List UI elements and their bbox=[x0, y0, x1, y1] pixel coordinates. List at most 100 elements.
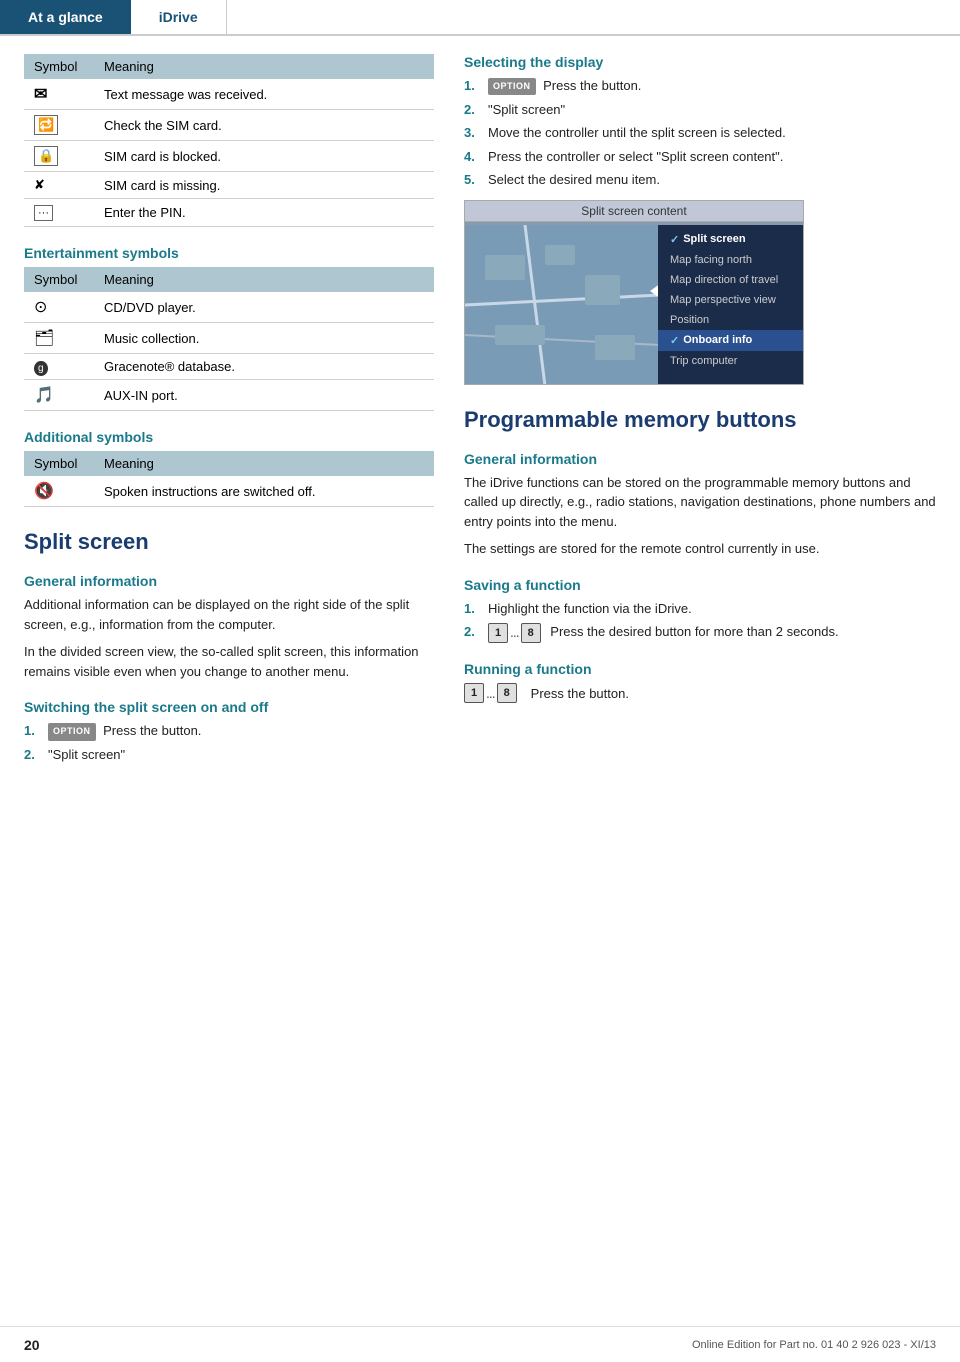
step-content: "Split screen" bbox=[48, 745, 434, 765]
split-screen-screenshot: Split screen content ✓ bbox=[464, 200, 804, 385]
meaning-cell: Spoken instructions are switched off. bbox=[94, 476, 434, 507]
map-svg bbox=[465, 225, 660, 385]
split-screen-map-area bbox=[465, 225, 660, 384]
general-info-heading: General information bbox=[464, 451, 936, 467]
running-function-row: 1 ... 8 Press the button. bbox=[464, 683, 936, 703]
menu-item-map-perspective[interactable]: Map perspective view bbox=[658, 290, 803, 310]
list-item: 2. "Split screen" bbox=[24, 745, 434, 765]
meaning-cell: Text message was received. bbox=[94, 79, 434, 110]
music-collection-icon: 🗂 bbox=[34, 330, 54, 347]
sms-symbol-table: Symbol Meaning ✉ Text message was receiv… bbox=[24, 54, 434, 227]
gracenote-icon: g bbox=[34, 361, 48, 376]
add-table-header-symbol: Symbol bbox=[24, 451, 94, 476]
list-item: 4. Press the controller or select "Split… bbox=[464, 147, 936, 167]
menu-item-onboard-info[interactable]: ✓ Onboard info bbox=[658, 330, 803, 351]
prog-memory-heading: Programmable memory buttons bbox=[464, 407, 936, 433]
step-content: "Split screen" bbox=[488, 100, 936, 120]
meaning-cell: Gracenote® database. bbox=[94, 354, 434, 380]
table-row: ⊙ CD/DVD player. bbox=[24, 292, 434, 323]
table-row: 🔁 Check the SIM card. bbox=[24, 110, 434, 141]
envelope-icon: ✉ bbox=[34, 86, 47, 103]
table-row: 🔒 SIM card is blocked. bbox=[24, 141, 434, 172]
symbol-cell: ⊙ bbox=[24, 292, 94, 323]
sms-table-header-meaning: Meaning bbox=[94, 54, 434, 79]
symbol-cell: 🔁 bbox=[24, 110, 94, 141]
table-row: 🎵 AUX-IN port. bbox=[24, 380, 434, 411]
tab-idrive[interactable]: iDrive bbox=[131, 0, 227, 34]
menu-item-trip-computer[interactable]: Trip computer bbox=[658, 351, 803, 371]
checkmark-icon: ✓ bbox=[670, 334, 679, 347]
menu-item-label: Split screen bbox=[683, 233, 745, 245]
saving-steps-list: 1. Highlight the function via the iDrive… bbox=[464, 599, 936, 644]
menu-item-position[interactable]: Position bbox=[658, 310, 803, 330]
aux-in-icon: 🎵 bbox=[34, 387, 54, 404]
symbol-cell: ✉ bbox=[24, 79, 94, 110]
step-number: 2. bbox=[24, 745, 40, 765]
cd-dvd-icon: ⊙ bbox=[34, 299, 47, 316]
checkmark-icon: ✓ bbox=[670, 233, 679, 246]
mem-btn-1-run: 1 bbox=[464, 683, 484, 703]
step-content: Select the desired menu item. bbox=[488, 170, 936, 190]
menu-item-map-north[interactable]: Map facing north bbox=[658, 250, 803, 270]
table-row: ✘ SIM card is missing. bbox=[24, 172, 434, 199]
sms-table-header-symbol: Symbol bbox=[24, 54, 94, 79]
list-item: 1. OPTION Press the button. bbox=[464, 76, 936, 96]
spoken-off-icon: 🔇 bbox=[34, 483, 54, 500]
menu-item-split-screen[interactable]: ✓ Split screen bbox=[658, 229, 803, 250]
step-number: 1. bbox=[24, 721, 40, 741]
mem-btn-8: 8 bbox=[521, 623, 541, 643]
entertainment-heading: Entertainment symbols bbox=[24, 245, 434, 261]
running-heading: Running a function bbox=[464, 661, 936, 677]
split-screen-title-bar: Split screen content bbox=[465, 201, 803, 222]
edition-text: Online Edition for Part no. 01 40 2 926 … bbox=[692, 1339, 936, 1351]
page-number: 20 bbox=[24, 1337, 40, 1353]
list-item: 1. OPTION Press the button. bbox=[24, 721, 434, 741]
selecting-heading: Selecting the display bbox=[464, 54, 936, 70]
mem-btn-8-run: 8 bbox=[497, 683, 517, 703]
step-number: 1. bbox=[464, 599, 480, 619]
page-footer: 20 Online Edition for Part no. 01 40 2 9… bbox=[0, 1326, 960, 1362]
option-button-icon: OPTION bbox=[48, 723, 96, 741]
list-item: 1. Highlight the function via the iDrive… bbox=[464, 599, 936, 619]
left-column: Symbol Meaning ✉ Text message was receiv… bbox=[24, 54, 434, 772]
meaning-cell: Music collection. bbox=[94, 323, 434, 354]
meaning-cell: SIM card is blocked. bbox=[94, 141, 434, 172]
step-content: 1 ... 8 Press the desired button for mor… bbox=[488, 622, 936, 643]
memory-button-image: 1 ... 8 bbox=[488, 622, 541, 643]
sim-missing-icon: ✘ bbox=[34, 177, 45, 192]
general-info-text2: The settings are stored for the remote c… bbox=[464, 539, 936, 559]
memory-button-image-run: 1 ... 8 bbox=[464, 683, 517, 703]
main-content: Symbol Meaning ✉ Text message was receiv… bbox=[0, 36, 960, 790]
meaning-cell: AUX-IN port. bbox=[94, 380, 434, 411]
list-item: 3. Move the controller until the split s… bbox=[464, 123, 936, 143]
step-content: Move the controller until the split scre… bbox=[488, 123, 936, 143]
menu-item-map-direction[interactable]: Map direction of travel bbox=[658, 270, 803, 290]
step-number: 3. bbox=[464, 123, 480, 143]
table-row: 🗂 Music collection. bbox=[24, 323, 434, 354]
symbol-cell: 🗂 bbox=[24, 323, 94, 354]
symbol-cell: 🎵 bbox=[24, 380, 94, 411]
tab-at-a-glance[interactable]: At a glance bbox=[0, 0, 131, 34]
entertainment-symbol-table: Symbol Meaning ⊙ CD/DVD player. 🗂 Music … bbox=[24, 267, 434, 411]
table-row: ··· Enter the PIN. bbox=[24, 199, 434, 227]
step-content: OPTION Press the button. bbox=[488, 76, 936, 96]
list-item: 2. "Split screen" bbox=[464, 100, 936, 120]
split-screen-text2: In the divided screen view, the so-calle… bbox=[24, 642, 434, 681]
step-content: Press the controller or select "Split sc… bbox=[488, 147, 936, 167]
step-number: 5. bbox=[464, 170, 480, 190]
page-header: At a glance iDrive bbox=[0, 0, 960, 36]
mem-btn-dots-run: ... bbox=[486, 685, 495, 701]
table-row: g Gracenote® database. bbox=[24, 354, 434, 380]
switching-heading: Switching the split screen on and off bbox=[24, 699, 434, 715]
step-number: 1. bbox=[464, 76, 480, 96]
split-screen-general-heading: General information bbox=[24, 573, 434, 589]
list-item: 2. 1 ... 8 Press the desired button for … bbox=[464, 622, 936, 643]
mem-btn-dots: ... bbox=[510, 622, 519, 643]
selecting-steps-list: 1. OPTION Press the button. 2. "Split sc… bbox=[464, 76, 936, 190]
menu-item-label: Onboard info bbox=[683, 334, 752, 346]
symbol-cell: 🔇 bbox=[24, 476, 94, 507]
list-item: 5. Select the desired menu item. bbox=[464, 170, 936, 190]
meaning-cell: Enter the PIN. bbox=[94, 199, 434, 227]
right-column: Selecting the display 1. OPTION Press th… bbox=[464, 54, 936, 772]
meaning-cell: SIM card is missing. bbox=[94, 172, 434, 199]
